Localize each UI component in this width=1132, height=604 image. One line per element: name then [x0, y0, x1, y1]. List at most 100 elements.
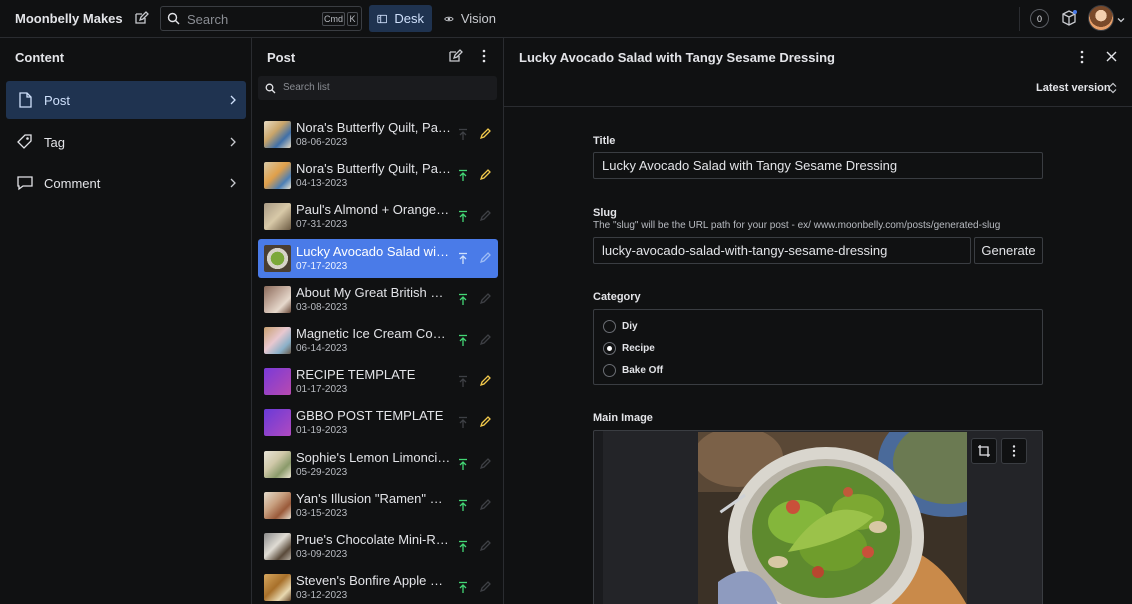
more-vertical-icon[interactable]	[478, 48, 490, 67]
post-list-item[interactable]: Paul's Almond + Orange Florentines07-31-…	[258, 197, 498, 236]
more-vertical-icon[interactable]	[1076, 49, 1088, 68]
generate-slug-button[interactable]: Generate	[974, 237, 1043, 264]
studio-brand[interactable]: Moonbelly Makes	[15, 11, 123, 26]
tab-vision-label: Vision	[460, 11, 496, 26]
global-search-input[interactable]: Search Cmd K	[160, 6, 362, 31]
chevron-right-icon	[228, 136, 238, 151]
radio-button[interactable]	[603, 319, 616, 333]
tab-desk-label: Desk	[394, 11, 424, 26]
post-list-item[interactable]: Magnetic Ice Cream Cone Cakes 06-14-2023	[258, 321, 498, 360]
avatar[interactable]	[1088, 5, 1114, 31]
post-date: 03-15-2023	[296, 507, 348, 519]
post-date: 01-17-2023	[296, 384, 348, 396]
category-option-bake-off[interactable]: Bake Off	[603, 363, 663, 377]
post-list-item[interactable]: Nora's Butterfly Quilt, Part 1 04-13-2023	[258, 156, 498, 195]
salad-photo[interactable]	[698, 432, 967, 604]
category-option-label: Bake Off	[622, 364, 664, 376]
crop-button[interactable]	[971, 438, 997, 464]
category-option-recipe[interactable]: Recipe	[603, 341, 655, 355]
compose-icon[interactable]	[131, 8, 151, 28]
image-preview-area	[603, 431, 1042, 604]
post-title: Magnetic Ice Cream Cone Cakes	[296, 326, 451, 341]
radio-button[interactable]	[603, 341, 616, 355]
slug-field-description: The "slug" will be the URL path for your…	[593, 220, 1001, 231]
kbd-k: K	[347, 12, 358, 26]
kbd-cmd: Cmd	[322, 12, 345, 26]
package-icon[interactable]	[1060, 9, 1078, 30]
desk-icon	[377, 14, 388, 23]
tab-desk[interactable]: Desk	[369, 5, 432, 32]
slug-input[interactable]: lucky-avocado-salad-with-tangy-sesame-dr…	[593, 237, 971, 264]
post-date: 03-12-2023	[296, 590, 348, 602]
category-field-label: Category	[593, 291, 641, 303]
slug-field-label: Slug	[593, 207, 617, 219]
post-list-item[interactable]: GBBO POST TEMPLATE 01-19-2023	[258, 403, 498, 442]
search-icon	[167, 12, 180, 28]
post-list-item[interactable]: Sophie's Lemon Limoncino Bombe05-29-2023	[258, 445, 498, 484]
post-thumbnail	[264, 162, 291, 190]
sidebar-item-label: Comment	[44, 176, 101, 191]
post-title: Prue's Chocolate Mini-Rolls	[296, 532, 451, 547]
document-pane: Lucky Avocado Salad with Tangy Sesame Dr…	[504, 38, 1132, 604]
post-list-item[interactable]: About My Great British Bake Off Posts03-…	[258, 280, 498, 319]
post-date: 01-19-2023	[296, 425, 348, 437]
chevron-down-icon[interactable]	[1116, 13, 1126, 28]
post-list-item[interactable]: RECIPE TEMPLATE 01-17-2023	[258, 362, 498, 401]
post-title: Lucky Avocado Salad with Tangy Sesame Dr…	[296, 243, 451, 259]
post-title: About My Great British Bake Off Posts	[296, 284, 451, 300]
chevron-right-icon	[228, 177, 238, 192]
published-status-icon	[457, 416, 469, 432]
close-icon[interactable]	[1105, 50, 1118, 66]
category-option-label: Diy	[622, 320, 638, 332]
post-date: 05-29-2023	[296, 466, 348, 478]
post-list-item[interactable]: Nora's Butterfly Quilt, Part 2 08-06-2023	[258, 115, 498, 154]
divider	[504, 106, 1132, 107]
post-thumbnail	[264, 368, 291, 396]
sidebar-item-label: Post	[44, 93, 71, 108]
draft-status-icon	[479, 457, 491, 473]
post-title: Yan's Illusion "Ramen" Cake	[296, 490, 451, 506]
draft-status-icon	[479, 128, 491, 143]
list-search-input[interactable]: Search list	[258, 76, 497, 100]
sidebar-item-post[interactable]: Post	[6, 81, 246, 119]
search-placeholder: Search	[187, 12, 229, 27]
top-bar: Moonbelly Makes Search Cmd K Desk Vision…	[0, 0, 1132, 38]
tab-vision[interactable]: Vision	[436, 5, 504, 32]
image-options-button[interactable]	[1001, 438, 1027, 464]
post-list-item[interactable]: Steven's Bonfire Apple Cake 03-12-2023	[258, 568, 498, 604]
post-list-item[interactable]: Yan's Illusion "Ramen" Cake 03-15-2023	[258, 486, 498, 525]
published-status-icon	[457, 499, 469, 515]
post-list-item[interactable]: Lucky Avocado Salad with Tangy Sesame Dr…	[258, 238, 498, 278]
post-thumbnail	[264, 121, 291, 148]
chevron-up-down-icon[interactable]	[1108, 82, 1118, 97]
content-pane: Content Post Tag Comment	[0, 38, 252, 604]
draft-status-icon	[479, 416, 491, 431]
list-search-placeholder: Search list	[283, 82, 330, 93]
version-selector[interactable]: Latest version	[1036, 82, 1111, 94]
published-status-icon	[457, 540, 469, 556]
post-thumbnail	[264, 533, 291, 560]
category-option-diy[interactable]: Diy	[603, 319, 638, 333]
sidebar-item-label: Tag	[44, 135, 65, 150]
title-field-label: Title	[593, 135, 616, 147]
radio-button[interactable]	[603, 363, 616, 377]
post-title: RECIPE TEMPLATE	[296, 367, 416, 383]
draft-status-icon	[479, 540, 491, 555]
document-title: Lucky Avocado Salad with Tangy Sesame Dr…	[519, 50, 835, 65]
post-thumbnail	[264, 285, 291, 313]
post-pane-title: Post	[267, 50, 296, 65]
post-list-item[interactable]: Prue's Chocolate Mini-Rolls 03-09-2023	[258, 527, 498, 566]
published-status-icon	[457, 252, 469, 268]
post-title: Paul's Almond + Orange Florentines	[296, 202, 451, 218]
title-input[interactable]: Lucky Avocado Salad with Tangy Sesame Dr…	[593, 152, 1043, 179]
content-pane-title: Content	[15, 50, 65, 65]
sidebar-item-comment[interactable]: Comment	[6, 164, 246, 202]
notification-badge[interactable]: 0	[1030, 9, 1049, 28]
post-thumbnail	[264, 574, 291, 602]
category-option-label: Recipe	[622, 342, 655, 354]
category-radio-group: Diy Recipe Bake Off	[593, 309, 1043, 385]
sidebar-item-tag[interactable]: Tag	[6, 123, 246, 161]
post-list-pane: Post Search list Nora's Butterfly Quilt,…	[252, 38, 504, 604]
published-status-icon	[457, 293, 469, 309]
compose-icon[interactable]	[447, 48, 463, 67]
